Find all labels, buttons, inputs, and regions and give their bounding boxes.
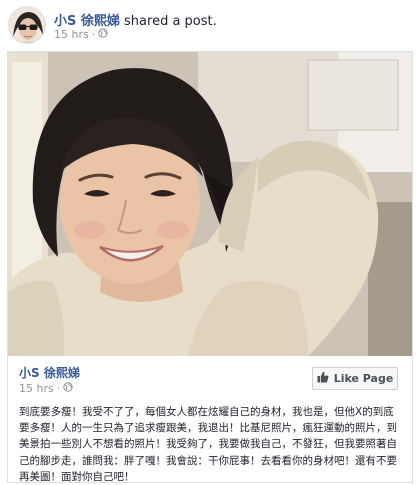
avatar-photo [9, 7, 45, 43]
shared-meta-separator: · [56, 382, 61, 395]
post-body-text: 到底要多瘦！我受不了了，每個女人都在炫耀自己的身材，我也是，但他X的到底要多瘦！… [19, 406, 397, 483]
globe-icon[interactable] [98, 28, 108, 41]
shared-post-card: 小S 徐熙娣 15 hrs · Like Page 到底要多瘦！我受不了了，每個… [7, 51, 413, 483]
thumbs-up-icon [317, 371, 329, 386]
timestamp-link[interactable]: 15 hrs [54, 28, 89, 41]
avatar[interactable] [8, 6, 46, 44]
post-header: 小S 徐熙娣 shared a post. 15 hrs · [6, 5, 416, 47]
like-page-label: Like Page [333, 372, 394, 385]
selfie-image [8, 52, 412, 356]
shared-author-link[interactable]: 小S 徐熙娣 [19, 364, 80, 381]
post-photo[interactable] [8, 52, 412, 356]
author-link[interactable]: 小S 徐熙娣 [54, 14, 120, 29]
shared-post-header: 小S 徐熙娣 15 hrs · Like Page [8, 356, 412, 400]
globe-icon[interactable] [63, 382, 73, 395]
shared-action-text: shared a post. [124, 14, 217, 29]
like-page-button[interactable]: Like Page [312, 367, 398, 390]
post-meta: 15 hrs · [54, 28, 108, 41]
shared-post-meta: 15 hrs · [19, 382, 73, 395]
name-line: 小S 徐熙娣 shared a post. [54, 10, 217, 29]
meta-separator: · [91, 28, 96, 41]
shared-timestamp-link[interactable]: 15 hrs [19, 382, 54, 395]
